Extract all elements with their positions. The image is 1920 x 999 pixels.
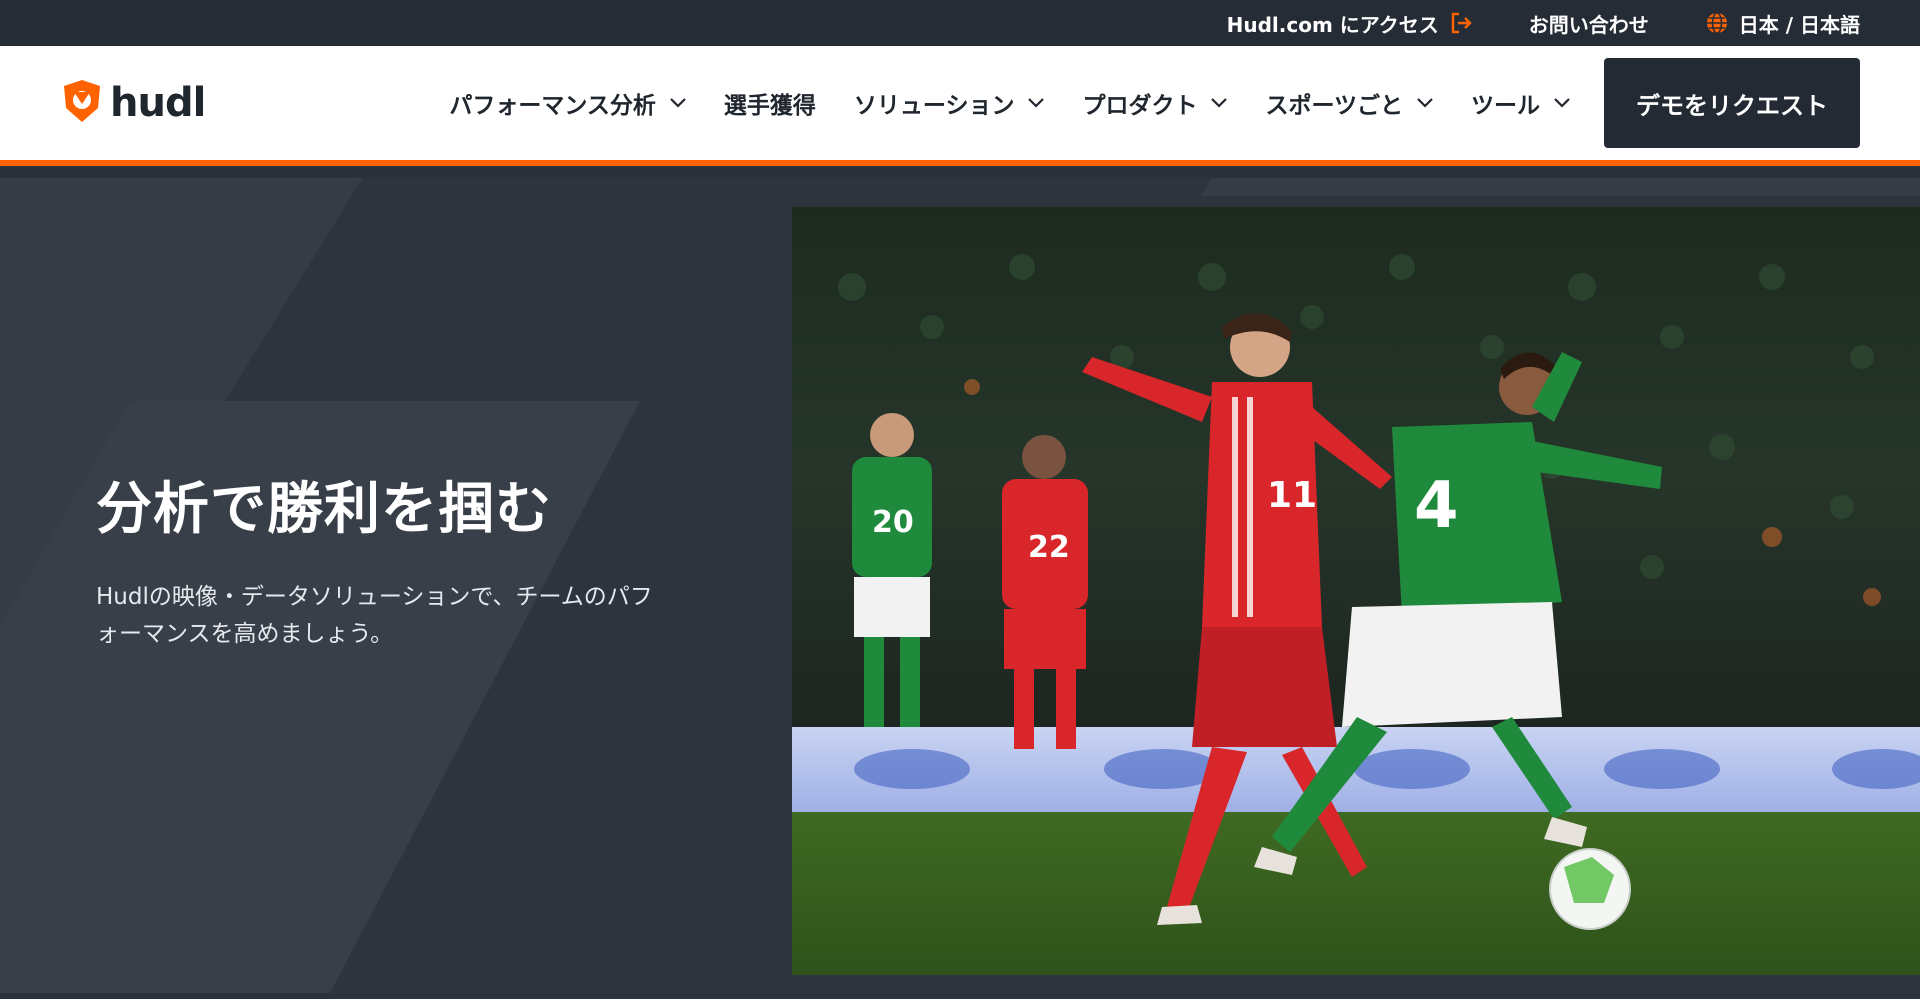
language-selector[interactable]: 日本 / 日本語 xyxy=(1705,9,1860,38)
hero-subtitle: Hudlの映像・データソリューションで、チームのパフ ォーマンスを高めましょう。 xyxy=(96,579,696,653)
hudl-logo[interactable]: hudl xyxy=(60,78,206,128)
nav-item-tools[interactable]: ツール xyxy=(1471,86,1570,120)
globe-icon xyxy=(1705,11,1729,35)
nav-item-label: スポーツごと xyxy=(1265,93,1403,119)
football-match-illustration: 20 22 11 4 xyxy=(792,207,1920,975)
nav-item-products[interactable]: プロダクト xyxy=(1082,86,1228,120)
logo-wordmark: hudl xyxy=(110,80,206,126)
request-demo-button[interactable]: デモをリクエスト xyxy=(1604,58,1860,148)
hero-football-photo: 20 22 11 4 xyxy=(792,207,1920,975)
hero-title: 分析で勝利を掴む xyxy=(96,477,552,542)
nav-item-label: ツール xyxy=(1471,93,1540,119)
nav-item-performance-analysis[interactable]: パフォーマンス分析 xyxy=(449,86,686,120)
nav-item-label: ソリューション xyxy=(853,93,1015,119)
nav-item-label: パフォーマンス分析 xyxy=(449,93,656,119)
hero-subtitle-line: ォーマンスを高めましょう。 xyxy=(96,620,394,647)
chevron-down-icon xyxy=(1028,98,1045,108)
nav-menu: パフォーマンス分析 選手獲得 ソリューション プロダクト スポーツごと ツール xyxy=(449,86,1570,120)
chevron-down-icon xyxy=(1417,98,1433,108)
hero-subtitle-line: Hudlの映像・データソリューションで、チームのパフ xyxy=(96,584,653,611)
external-exit-icon xyxy=(1449,11,1473,35)
nav-item-label: 選手獲得 xyxy=(723,93,816,119)
nav-item-recruitment[interactable]: 選手獲得 xyxy=(724,86,816,120)
chevron-down-icon xyxy=(670,98,686,108)
utility-bar: Hudl.com にアクセス お問い合わせ 日本 / 日本語 xyxy=(0,0,1920,46)
contact-link[interactable]: お問い合わせ xyxy=(1529,9,1649,38)
jersey-number: 22 xyxy=(1028,530,1070,565)
chevron-down-icon xyxy=(1554,98,1570,108)
hero-text-block: 分析で勝利を掴む Hudlの映像・データソリューションで、チームのパフ ォーマン… xyxy=(96,476,696,653)
main-nav: hudl パフォーマンス分析 選手獲得 ソリューション プロダクト スポーツごと xyxy=(0,46,1920,166)
hero-section: 分析で勝利を掴む Hudlの映像・データソリューションで、チームのパフ ォーマン… xyxy=(0,166,1920,993)
hudl-com-access-link[interactable]: Hudl.com にアクセス xyxy=(1227,9,1473,38)
jersey-number: 20 xyxy=(872,505,914,540)
jersey-number: 4 xyxy=(1414,469,1459,543)
contact-label: お問い合わせ xyxy=(1528,12,1649,37)
language-label: 日本 / 日本語 xyxy=(1738,12,1860,37)
nav-item-by-sport[interactable]: スポーツごと xyxy=(1265,86,1433,120)
chevron-down-icon xyxy=(1211,98,1228,108)
nav-item-label: プロダクト xyxy=(1082,93,1198,119)
jersey-number: 11 xyxy=(1267,475,1317,516)
hudl-com-access-label: Hudl.com にアクセス xyxy=(1226,12,1439,37)
nav-item-solutions[interactable]: ソリューション xyxy=(854,86,1045,120)
hudl-shield-icon xyxy=(60,78,104,128)
